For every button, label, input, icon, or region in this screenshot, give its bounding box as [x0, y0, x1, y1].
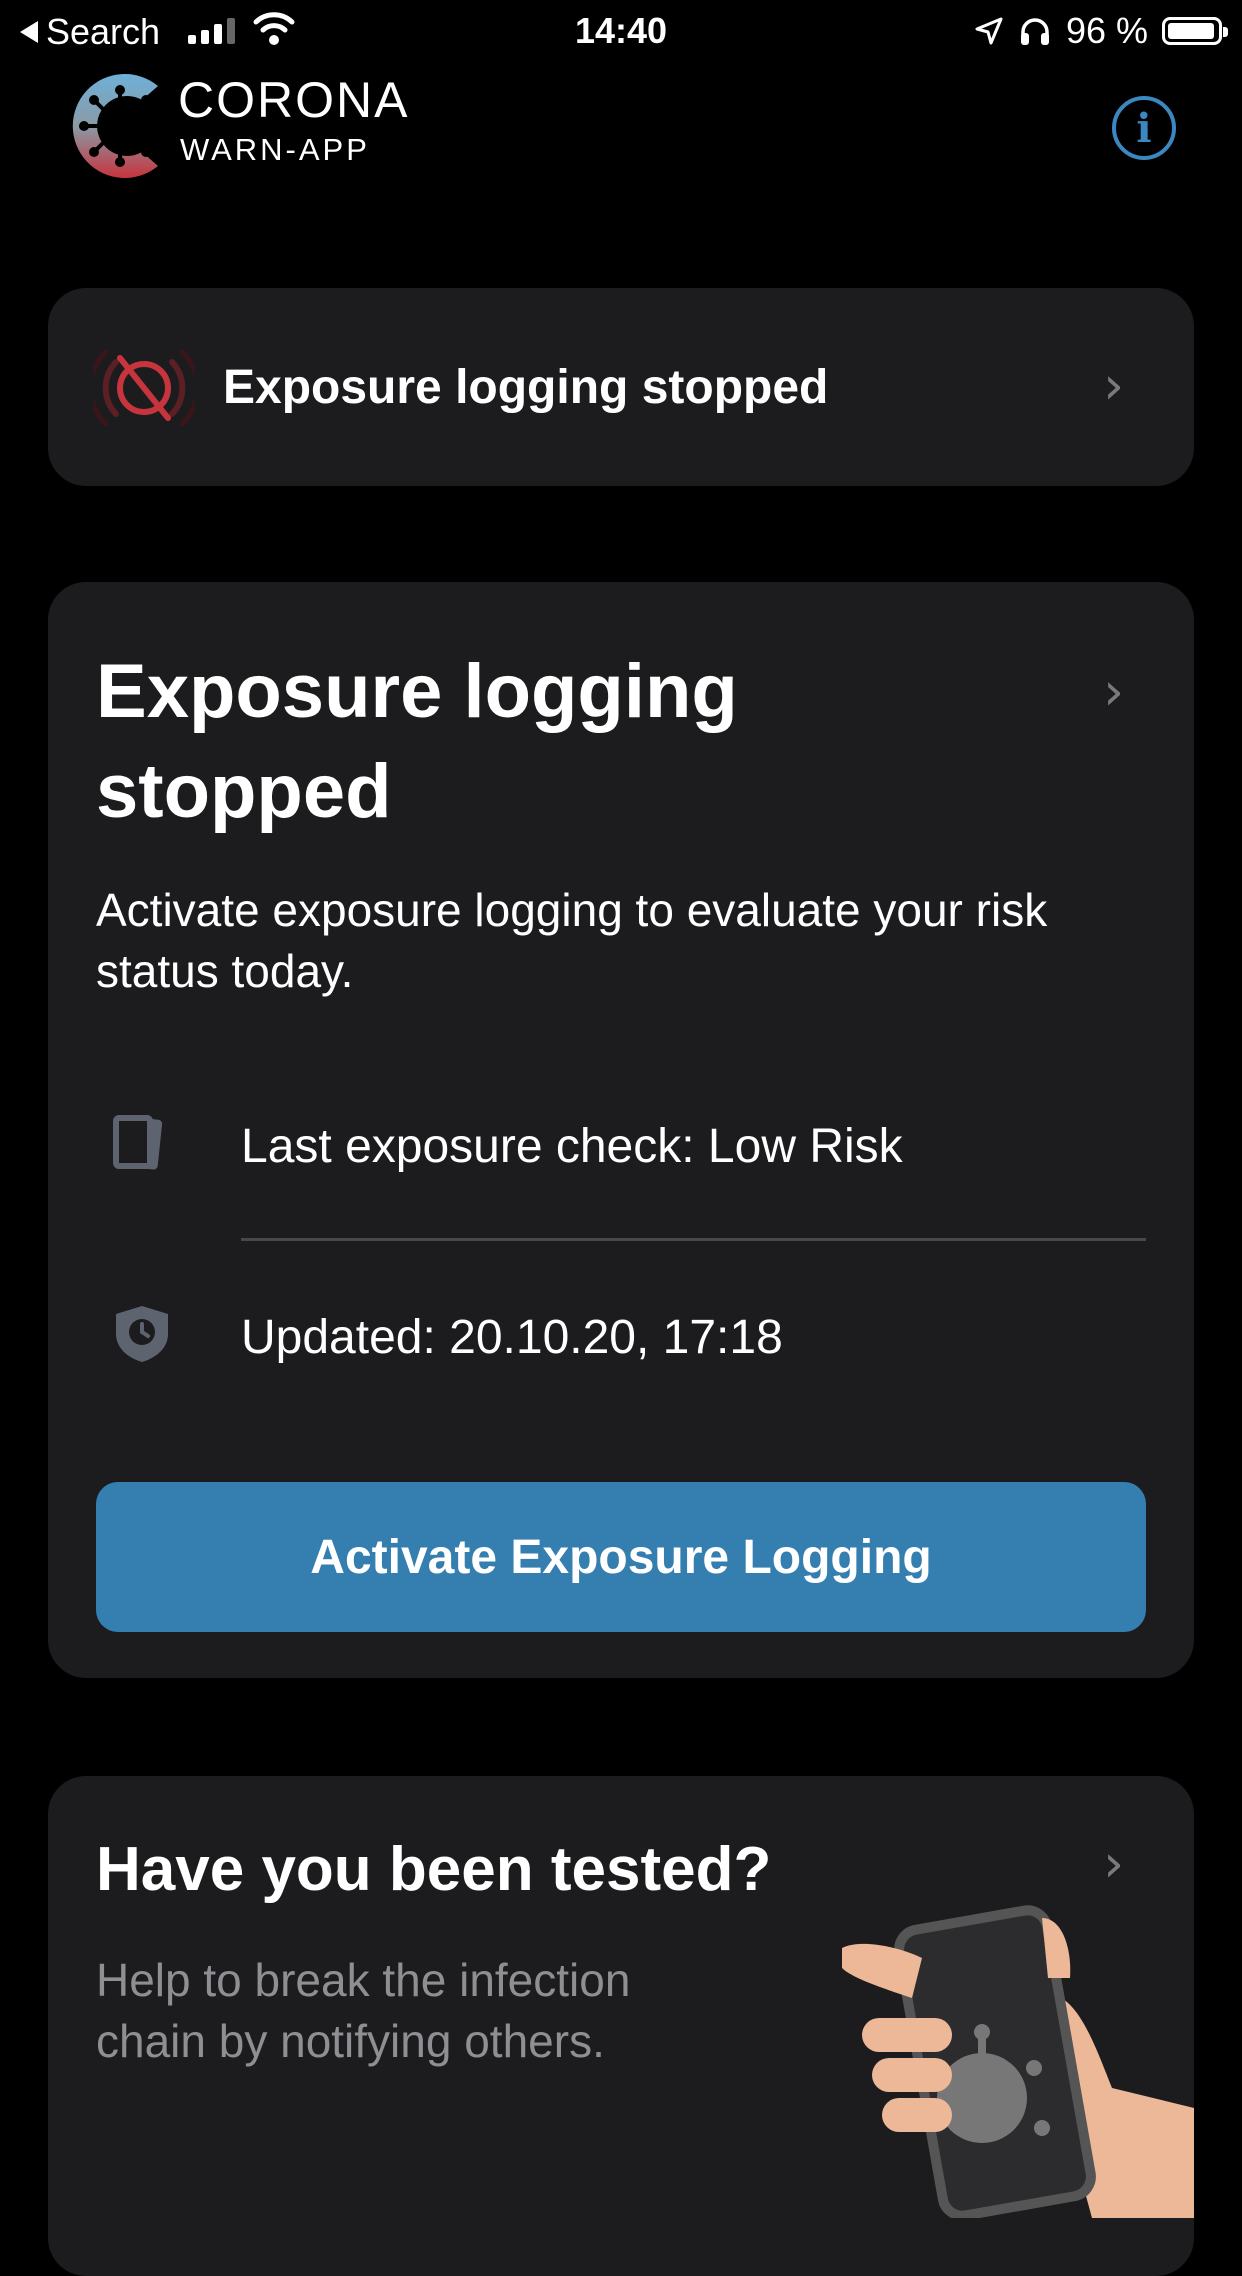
test-card-title: Have you been tested?	[96, 1835, 772, 1904]
risk-card-description: Activate exposure logging to evaluate yo…	[96, 884, 1048, 997]
chevron-right-icon: ›	[1103, 662, 1124, 722]
status-right-group: 96 %	[974, 10, 1228, 52]
exposure-status-banner[interactable]: Exposure logging stopped ›	[48, 288, 1194, 486]
chevron-right-icon: ›	[1103, 1834, 1124, 1894]
info-button[interactable]: i	[1112, 96, 1176, 160]
battery-icon	[1162, 17, 1228, 45]
phone-in-hand-illustration	[842, 1905, 1194, 2218]
headphones-icon	[1020, 18, 1049, 45]
brand-subtitle: WARN-APP	[180, 132, 370, 167]
exposure-banner-title: Exposure logging stopped	[223, 361, 829, 414]
brand-name: CORONA	[178, 72, 410, 128]
risk-status-card[interactable]: Exposure logging stopped › Activate expo…	[48, 582, 1194, 1678]
last-exposure-check: Last exposure check: Low Risk	[241, 1120, 903, 1173]
corona-warn-app-logo	[72, 74, 158, 178]
test-card-description: Help to break the infection chain by not…	[96, 1954, 631, 2067]
risk-card-title: Exposure logging stopped	[96, 649, 738, 834]
shield-clock-icon	[116, 1306, 168, 1362]
exposure-off-icon	[94, 349, 194, 427]
status-bar: Search 14:40 96 %	[0, 0, 1242, 62]
last-updated: Updated: 20.10.20, 17:18	[241, 1311, 783, 1364]
battery-percentage: 96 %	[1065, 10, 1148, 51]
activate-exposure-logging-button[interactable]: Activate Exposure Logging	[96, 1482, 1146, 1632]
calendar-pages-icon	[113, 1115, 163, 1170]
info-icon: i	[1136, 104, 1152, 152]
have-you-been-tested-card[interactable]: Have you been tested? › Help to break th…	[48, 1776, 1194, 2276]
location-arrow-icon	[975, 17, 1003, 45]
row-divider	[241, 1238, 1146, 1241]
chevron-right-icon: ›	[1103, 356, 1124, 416]
